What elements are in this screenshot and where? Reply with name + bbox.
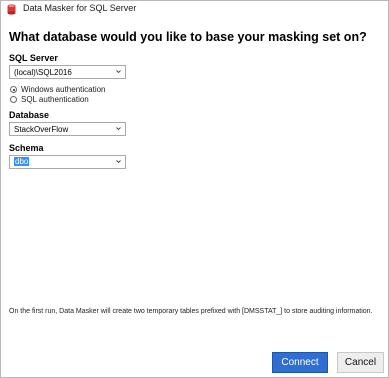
sql-server-label: SQL Server (9, 53, 58, 63)
schema-label: Schema (9, 143, 44, 153)
window-title: Data Masker for SQL Server (23, 3, 137, 13)
chevron-down-icon (116, 127, 121, 131)
sql-server-select[interactable]: (local)\SQL2016 (9, 65, 126, 79)
database-select[interactable]: StackOverFlow (9, 122, 126, 136)
sql-server-value: (local)\SQL2016 (14, 68, 72, 77)
dialog-window: Data Masker for SQL Server What database… (0, 0, 389, 378)
footer-note: On the first run, Data Masker will creat… (9, 308, 373, 315)
database-label: Database (9, 110, 50, 120)
cancel-button[interactable]: Cancel (337, 352, 384, 373)
radio-selected[interactable] (10, 86, 17, 93)
chevron-down-icon (116, 70, 121, 74)
schema-select[interactable]: dbo (9, 155, 126, 169)
page-heading: What database would you like to base you… (9, 30, 367, 44)
radio-unselected[interactable] (10, 96, 17, 103)
windows-auth-label: Windows authentication (21, 85, 106, 94)
sql-auth-label: SQL authentication (21, 95, 89, 104)
title-bar: Data Masker for SQL Server (1, 1, 388, 19)
chevron-down-icon (116, 160, 121, 164)
connect-button[interactable]: Connect (272, 352, 328, 373)
schema-value: dbo (14, 157, 30, 166)
database-value: StackOverFlow (14, 125, 69, 134)
database-icon (7, 4, 16, 15)
